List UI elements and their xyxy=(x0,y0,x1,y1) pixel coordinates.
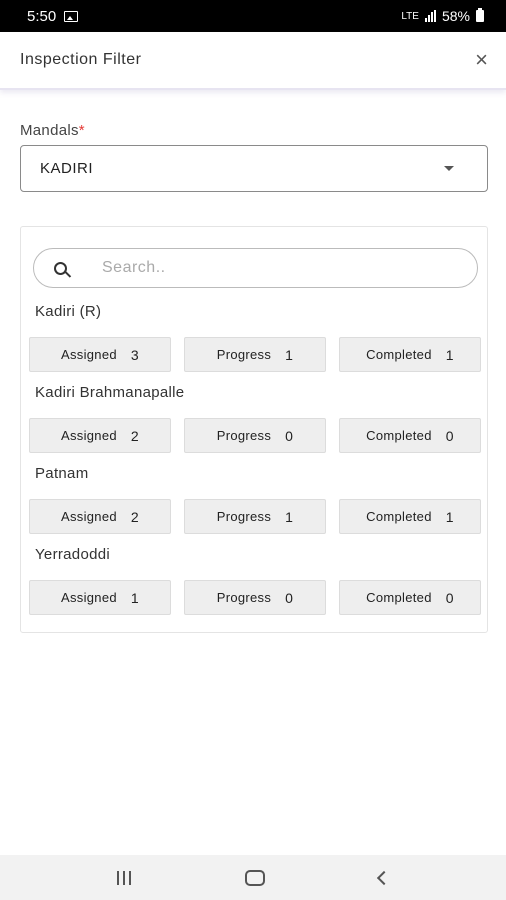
signal-icon xyxy=(424,10,436,22)
village-name: Kadiri (R) xyxy=(35,303,102,320)
mandal-select[interactable]: KADIRI xyxy=(20,145,488,192)
completed-label: Completed xyxy=(366,590,432,605)
recent-apps-icon[interactable] xyxy=(117,870,131,885)
assigned-label: Assigned xyxy=(61,590,117,605)
completed-label: Completed xyxy=(366,347,432,362)
completed-count-button[interactable]: Completed 0 xyxy=(339,580,481,615)
completed-label: Completed xyxy=(366,509,432,524)
assigned-count-button[interactable]: Assigned 1 xyxy=(29,580,171,615)
assigned-count-button[interactable]: Assigned 2 xyxy=(29,418,171,453)
village-name: Patnam xyxy=(35,465,89,482)
progress-value: 1 xyxy=(285,346,294,363)
back-icon[interactable] xyxy=(376,870,392,885)
assigned-count-button[interactable]: Assigned 2 xyxy=(29,499,171,534)
progress-count-button[interactable]: Progress 1 xyxy=(184,337,326,372)
villages-panel: Kadiri (R) Assigned 3 Progress 1 Complet… xyxy=(20,226,488,633)
image-notification-icon xyxy=(64,10,79,22)
completed-count-button[interactable]: Completed 0 xyxy=(339,418,481,453)
progress-count-button[interactable]: Progress 0 xyxy=(184,418,326,453)
system-nav-bar xyxy=(0,855,506,900)
progress-value: 0 xyxy=(285,589,294,606)
completed-label: Completed xyxy=(366,428,432,443)
progress-label: Progress xyxy=(216,509,272,524)
assigned-value: 1 xyxy=(130,589,139,606)
assigned-value: 3 xyxy=(130,346,139,363)
search-icon xyxy=(54,261,67,275)
search-input[interactable] xyxy=(102,259,422,277)
assigned-label: Assigned xyxy=(61,347,117,362)
status-bar: 5:50 LTE 58% xyxy=(0,0,506,32)
completed-value: 1 xyxy=(445,346,454,363)
page-title: Inspection Filter xyxy=(20,51,142,68)
assigned-label: Assigned xyxy=(61,509,117,524)
mandal-select-value: KADIRI xyxy=(40,160,94,177)
progress-value: 1 xyxy=(285,508,294,525)
progress-label: Progress xyxy=(216,347,272,362)
progress-label: Progress xyxy=(216,428,272,443)
progress-count-button[interactable]: Progress 0 xyxy=(184,580,326,615)
completed-count-button[interactable]: Completed 1 xyxy=(339,337,481,372)
village-name: Yerradoddi xyxy=(35,546,111,563)
battery-icon xyxy=(476,8,484,22)
mandals-label: Mandals* xyxy=(20,122,85,139)
assigned-value: 2 xyxy=(130,427,139,444)
status-left: 5:50 xyxy=(27,7,79,25)
completed-value: 1 xyxy=(445,508,454,525)
dialog-header: Inspection Filter × xyxy=(0,32,506,90)
required-mark: * xyxy=(78,122,85,139)
network-type: LTE xyxy=(401,10,419,22)
battery-percent: 58% xyxy=(441,8,470,24)
chevron-down-icon xyxy=(444,166,454,171)
village-name: Kadiri Brahmanapalle xyxy=(35,384,185,401)
progress-label: Progress xyxy=(216,590,272,605)
progress-value: 0 xyxy=(285,427,294,444)
status-right: LTE 58% xyxy=(401,8,484,24)
completed-count-button[interactable]: Completed 1 xyxy=(339,499,481,534)
search-box[interactable] xyxy=(33,248,478,288)
clock: 5:50 xyxy=(27,7,57,25)
completed-value: 0 xyxy=(445,589,454,606)
assigned-label: Assigned xyxy=(61,428,117,443)
completed-value: 0 xyxy=(445,427,454,444)
close-icon[interactable]: × xyxy=(475,49,488,71)
assigned-count-button[interactable]: Assigned 3 xyxy=(29,337,171,372)
home-icon[interactable] xyxy=(245,869,265,886)
progress-count-button[interactable]: Progress 1 xyxy=(184,499,326,534)
assigned-value: 2 xyxy=(130,508,139,525)
mandals-label-text: Mandals xyxy=(20,122,79,139)
